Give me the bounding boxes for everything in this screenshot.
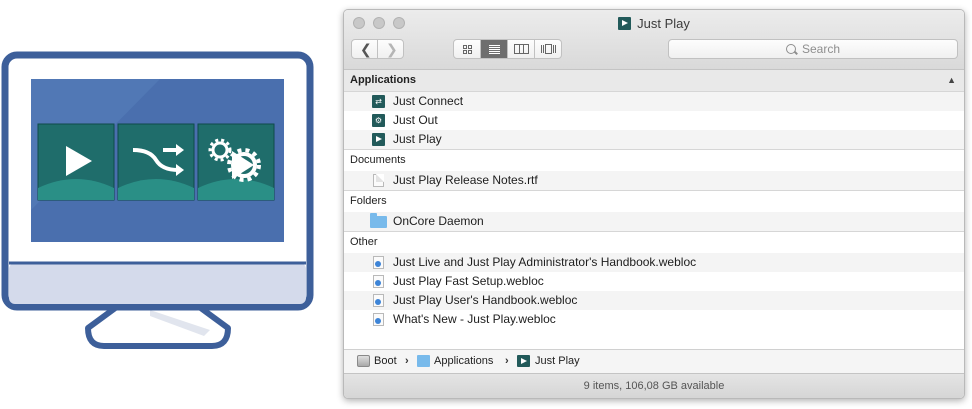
forward-button[interactable]: ❯ — [386, 42, 398, 56]
just-connect-icon: ⇄ — [372, 95, 385, 108]
window-title: Just Play — [344, 16, 964, 31]
section-header-other[interactable]: Other — [344, 231, 964, 253]
just-out-icon: ⚙ — [372, 114, 385, 127]
drive-icon — [357, 355, 370, 367]
icon-view-button[interactable] — [454, 40, 481, 58]
section-header-applications[interactable]: Applications ▲ — [344, 70, 964, 92]
list-item[interactable]: Just Live and Just Play Administrator's … — [344, 253, 964, 272]
section-header-folders[interactable]: Folders — [344, 190, 964, 212]
section-header-documents[interactable]: Documents — [344, 149, 964, 171]
list-item[interactable]: ⚙ Just Out — [344, 111, 964, 130]
path-item-applications[interactable]: Applications — [434, 350, 493, 373]
back-button[interactable]: ❮ — [360, 42, 372, 56]
webloc-icon — [373, 313, 384, 326]
just-play-icon — [372, 133, 385, 146]
path-item-just-play[interactable]: Just Play — [535, 350, 580, 373]
finder-window: Just Play ❮ ❯ Search Applications ▲ ⇄ Ju… — [343, 9, 965, 399]
view-mode-buttons — [453, 39, 562, 59]
folder-icon — [370, 213, 387, 228]
folder-icon — [417, 355, 430, 367]
list-item[interactable]: Just Play Fast Setup.webloc — [344, 272, 964, 291]
just-play-icon — [618, 17, 632, 30]
search-field[interactable]: Search — [668, 39, 958, 59]
path-item-boot[interactable]: Boot — [374, 350, 397, 373]
monitor-illustration — [0, 0, 320, 404]
list-item[interactable]: Just Play — [344, 130, 964, 149]
path-chevron-icon: › — [505, 355, 509, 367]
list-view-icon — [489, 45, 500, 54]
column-view-icon — [514, 44, 529, 54]
webloc-icon — [373, 256, 384, 269]
list-item[interactable]: Just Play User's Handbook.webloc — [344, 291, 964, 310]
search-icon — [785, 44, 796, 54]
path-bar: Boot › Applications › Just Play — [344, 349, 964, 373]
list-item[interactable]: OnCore Daemon — [344, 212, 964, 231]
just-play-icon — [517, 355, 530, 367]
cover-flow-icon — [541, 44, 556, 54]
nav-buttons: ❮ ❯ — [351, 39, 404, 59]
icon-view-icon — [463, 45, 472, 54]
list-item[interactable]: ⇄ Just Connect — [344, 92, 964, 111]
window-toolbar: Just Play ❮ ❯ Search — [344, 10, 964, 70]
list-item[interactable]: What's New - Just Play.webloc — [344, 310, 964, 329]
file-list: Applications ▲ ⇄ Just Connect ⚙ Just Out… — [344, 70, 964, 349]
webloc-icon — [373, 275, 384, 288]
list-item[interactable]: Just Play Release Notes.rtf — [344, 171, 964, 190]
status-bar: 9 items, 106,08 GB available — [344, 373, 964, 398]
list-view-button[interactable] — [481, 40, 508, 58]
cover-flow-view-button[interactable] — [535, 40, 562, 58]
collapse-caret-icon[interactable]: ▲ — [947, 70, 956, 91]
document-icon — [373, 174, 384, 187]
webloc-icon — [373, 294, 384, 307]
monitor-icon — [1, 51, 314, 349]
path-chevron-icon: › — [405, 355, 409, 367]
column-view-button[interactable] — [508, 40, 535, 58]
